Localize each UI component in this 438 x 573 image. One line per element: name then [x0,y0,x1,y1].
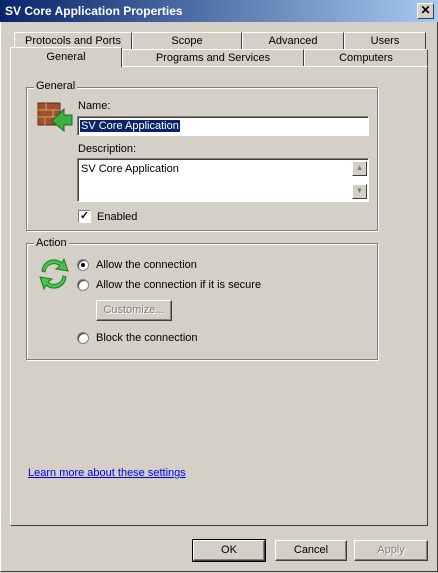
allow-secure-connection-radio[interactable] [77,279,89,291]
enabled-label: Enabled [97,211,138,223]
tab-scope[interactable]: Scope [132,32,242,49]
allow-secure-connection-label: Allow the connection if it is secure [96,279,262,291]
ok-button[interactable]: OK [192,539,266,562]
cancel-button[interactable]: Cancel [275,540,347,561]
description-label: Description: [78,143,137,155]
tab-advanced[interactable]: Advanced [242,32,344,49]
description-field[interactable]: SV Core Application ▲ ▼ [77,158,369,202]
firewall-brick-icon [36,99,74,135]
learn-more-link[interactable]: Learn more about these settings [28,467,186,479]
allow-connection-radio[interactable] [77,259,89,271]
allow-connection-label: Allow the connection [96,259,197,271]
tab-programs-and-services[interactable]: Programs and Services [122,49,304,66]
window-title: SV Core Application Properties [5,4,183,18]
apply-button[interactable]: Apply [354,540,428,561]
name-field-value: SV Core Application [80,120,180,132]
tab-users[interactable]: Users [344,32,426,49]
tab-general[interactable]: General [10,47,122,67]
name-label: Name: [78,100,111,112]
refresh-arrows-icon [36,257,72,291]
block-connection-label: Block the connection [96,332,198,344]
enabled-checkbox[interactable]: ✓ [78,210,91,223]
action-group-legend: Action [34,237,69,249]
title-bar[interactable]: SV Core Application Properties ✕ [0,0,438,22]
tab-computers[interactable]: Computers [304,49,428,66]
description-field-value: SV Core Application [81,163,179,175]
name-field[interactable]: SV Core Application [77,116,369,136]
scroll-up-icon[interactable]: ▲ [352,161,367,176]
customize-button[interactable]: Customize... [96,300,172,321]
radio-selected-dot [81,263,85,267]
scroll-down-icon[interactable]: ▼ [352,184,367,199]
close-button[interactable]: ✕ [417,3,434,19]
block-connection-radio[interactable] [77,332,89,344]
general-group-legend: General [34,80,78,92]
